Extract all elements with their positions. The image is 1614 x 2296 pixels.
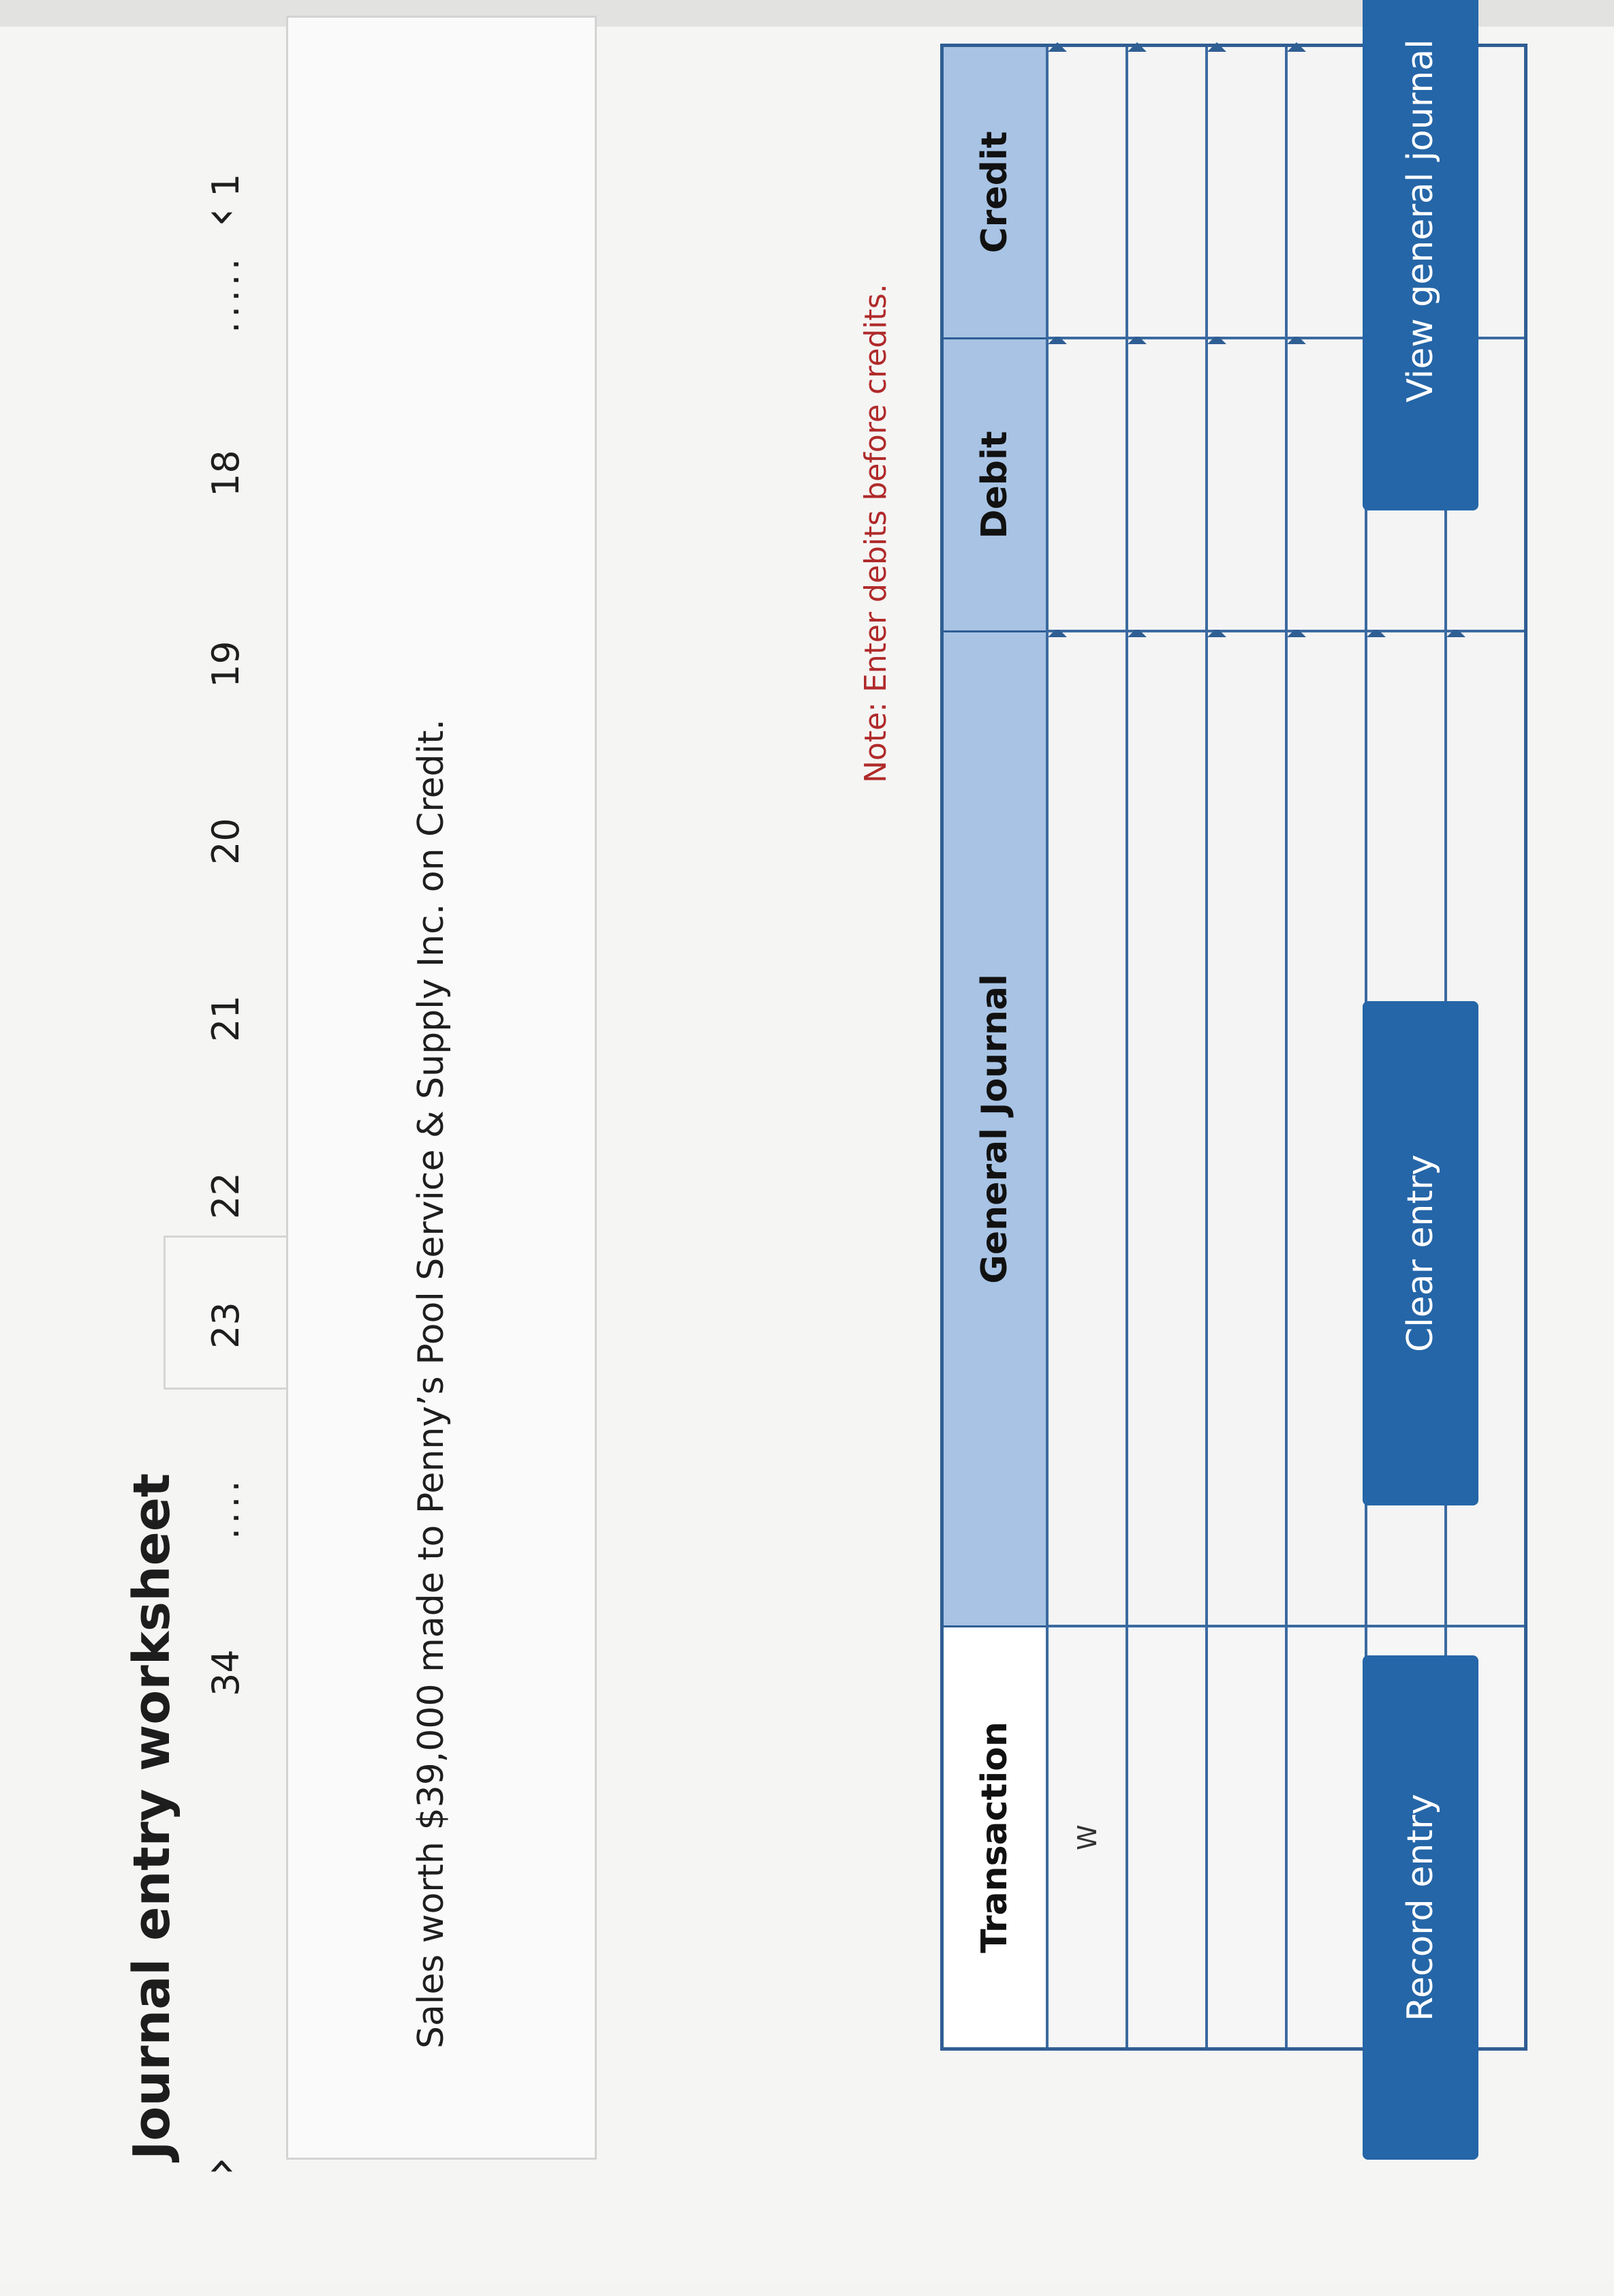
- tab-34[interactable]: 34: [204, 1649, 247, 1696]
- header-transaction: Transaction: [942, 1626, 1047, 2049]
- credit-input[interactable]: [1128, 47, 1205, 337]
- dropdown-marker-icon: [1048, 42, 1067, 52]
- debit-cell[interactable]: [1207, 335, 1286, 632]
- account-select[interactable]: [1049, 632, 1126, 1625]
- transaction-cell: [1127, 1626, 1207, 2049]
- dropdown-marker-icon: [1207, 42, 1226, 52]
- credit-input[interactable]: [1288, 47, 1365, 337]
- journal-header-row: Transaction General Journal Debit Credit: [942, 45, 1047, 2049]
- debit-input[interactable]: [1049, 339, 1126, 630]
- worksheet-panel: Journal entry worksheet ‹ › 1 ..... 18 1…: [0, 0, 1614, 2282]
- debit-input[interactable]: [1288, 339, 1365, 630]
- note-text: Note: Enter debits before credits.: [858, 284, 893, 783]
- table-row: [1127, 42, 1207, 2049]
- transaction-cell: [1286, 1626, 1366, 2049]
- tab-19[interactable]: 19: [204, 641, 247, 688]
- credit-input[interactable]: [1049, 47, 1126, 337]
- account-select[interactable]: [1128, 632, 1205, 1625]
- debit-cell[interactable]: [1127, 335, 1207, 632]
- account-select[interactable]: [1208, 632, 1285, 1625]
- question-text: Sales worth $39,000 made to Penny’s Pool…: [411, 719, 452, 2049]
- debit-cell[interactable]: [1286, 335, 1366, 632]
- tab-1[interactable]: 1: [204, 174, 247, 197]
- credit-cell[interactable]: [1047, 42, 1127, 339]
- debit-input[interactable]: [1208, 339, 1285, 630]
- chevron-right-icon[interactable]: ›: [191, 2153, 248, 2180]
- account-cell[interactable]: [1127, 628, 1207, 1627]
- tab-21[interactable]: 21: [204, 995, 247, 1042]
- debit-input[interactable]: [1128, 339, 1205, 630]
- record-entry-button[interactable]: Record entry: [1363, 1655, 1478, 2160]
- question-box: Sales worth $39,000 made to Penny’s Pool…: [286, 16, 597, 2160]
- header-credit: Credit: [942, 45, 1047, 339]
- clear-entry-button[interactable]: Clear entry: [1363, 1001, 1478, 1505]
- tab-23[interactable]: 23: [204, 1302, 247, 1349]
- pagination-ellipsis: .....: [204, 254, 247, 333]
- worksheet-stage: Journal entry worksheet ‹ › 1 ..... 18 1…: [0, 0, 1614, 2296]
- tab-22[interactable]: 22: [204, 1172, 247, 1219]
- credit-cell[interactable]: [1286, 42, 1366, 339]
- table-row: [1207, 42, 1286, 2049]
- account-cell[interactable]: [1047, 628, 1127, 1627]
- dropdown-marker-icon: [1128, 42, 1147, 52]
- pagination-ellipsis: ....: [204, 1476, 247, 1540]
- credit-cell[interactable]: [1207, 42, 1286, 339]
- debit-cell[interactable]: [1047, 335, 1127, 632]
- header-debit: Debit: [942, 338, 1047, 632]
- transaction-cell: [1207, 1626, 1286, 2049]
- credit-input[interactable]: [1208, 47, 1285, 337]
- table-row: W: [1047, 42, 1127, 2049]
- table-row: [1286, 42, 1366, 2049]
- account-select[interactable]: [1288, 632, 1365, 1625]
- page-title: Journal entry worksheet: [123, 1473, 181, 2160]
- view-general-journal-button[interactable]: View general journal: [1363, 0, 1478, 510]
- account-cell[interactable]: [1286, 628, 1366, 1627]
- dropdown-marker-icon: [1287, 42, 1306, 52]
- transaction-cell: W: [1047, 1626, 1127, 2049]
- chevron-left-icon[interactable]: ‹: [191, 204, 248, 231]
- tab-20[interactable]: 20: [204, 818, 247, 865]
- header-general-journal: General Journal: [942, 631, 1047, 1627]
- credit-cell[interactable]: [1127, 42, 1207, 339]
- tab-18[interactable]: 18: [204, 450, 247, 497]
- account-cell[interactable]: [1207, 628, 1286, 1627]
